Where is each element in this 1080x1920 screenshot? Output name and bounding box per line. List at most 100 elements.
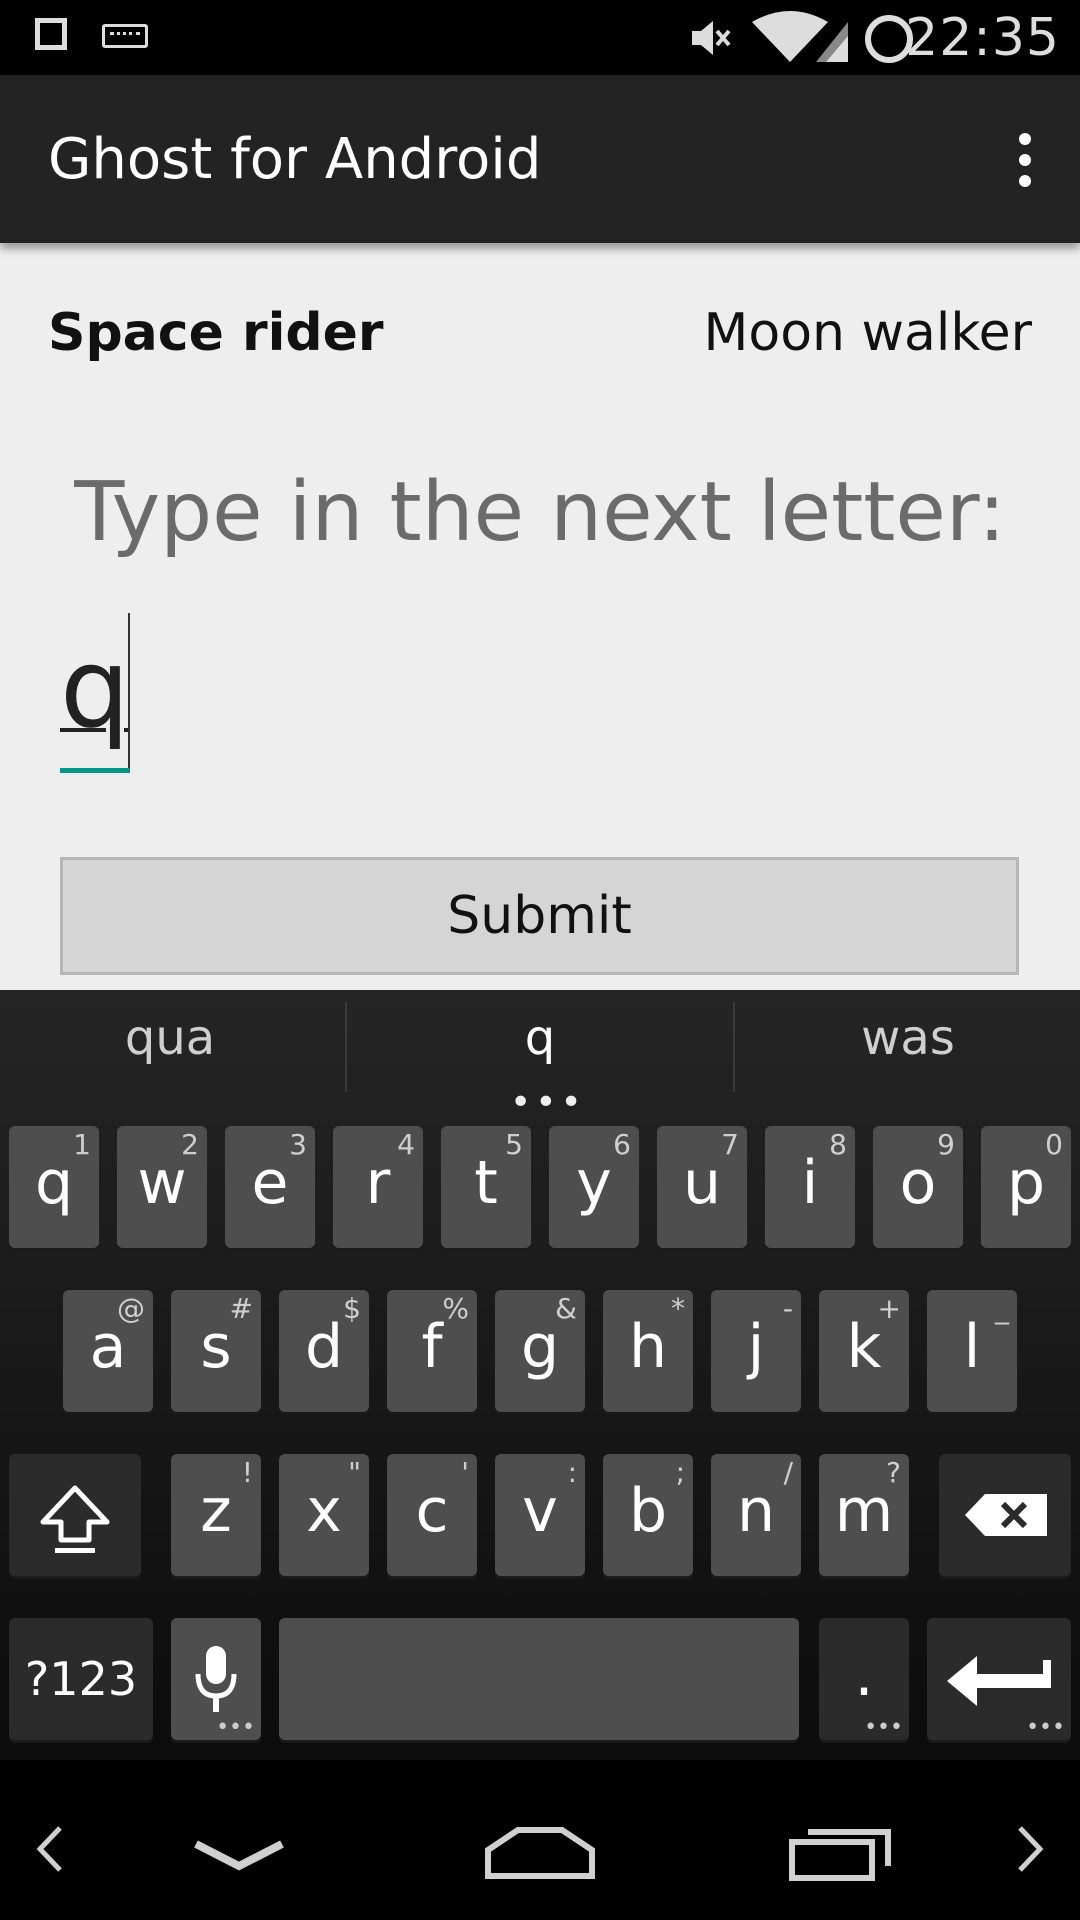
key-label: c bbox=[415, 1476, 449, 1546]
enter-key[interactable]: ••• bbox=[927, 1618, 1071, 1740]
letter-input-value: q bbox=[60, 624, 130, 752]
key-d[interactable]: $ d bbox=[279, 1290, 369, 1412]
key-a[interactable]: @ a bbox=[63, 1290, 153, 1412]
key-u[interactable]: 7u bbox=[657, 1126, 747, 1248]
key-z[interactable]: ! z bbox=[171, 1454, 261, 1576]
player-opponent: Moon walker bbox=[703, 303, 1032, 363]
key-label: l bbox=[963, 1312, 981, 1382]
suggestion-3[interactable]: was bbox=[798, 1010, 1018, 1066]
prompt-text: Type in the next letter: bbox=[74, 465, 1006, 560]
nav-right-icon[interactable] bbox=[1016, 1824, 1046, 1874]
key-m[interactable]: ? m bbox=[819, 1454, 909, 1576]
microphone-icon bbox=[195, 1646, 237, 1712]
suggestion-divider bbox=[733, 1002, 735, 1092]
game-screen: Space rider Moon walker Type in the next… bbox=[0, 243, 1080, 990]
key-label: u bbox=[682, 1148, 722, 1218]
key-label: s bbox=[200, 1312, 232, 1382]
more-options-icon: ••• bbox=[216, 1715, 255, 1740]
status-bar: 22:35 bbox=[0, 0, 1080, 75]
space-key[interactable] bbox=[279, 1618, 799, 1740]
key-x[interactable]: " x bbox=[279, 1454, 369, 1576]
status-time: 22:35 bbox=[905, 8, 1060, 68]
shift-key[interactable] bbox=[9, 1454, 141, 1576]
key-n[interactable]: / n bbox=[711, 1454, 801, 1576]
key-k[interactable]: + k bbox=[819, 1290, 909, 1412]
key-o[interactable]: 9o bbox=[873, 1126, 963, 1248]
key-e[interactable]: 3e bbox=[225, 1126, 315, 1248]
suggestion-divider bbox=[345, 1002, 347, 1092]
key-label: g bbox=[520, 1312, 560, 1382]
key-l[interactable]: _ l bbox=[927, 1290, 1017, 1412]
period-key[interactable]: . ••• bbox=[819, 1618, 909, 1740]
text-caret bbox=[128, 613, 130, 773]
key-label: j bbox=[747, 1312, 765, 1382]
key-label: h bbox=[628, 1312, 668, 1382]
key-label: y bbox=[576, 1148, 612, 1218]
period-key-label: . bbox=[854, 1640, 874, 1710]
wifi-signal-icon bbox=[752, 11, 848, 62]
key-label: z bbox=[200, 1476, 232, 1546]
suggestion-1[interactable]: qua bbox=[60, 1010, 280, 1066]
nav-left-icon[interactable] bbox=[34, 1824, 64, 1874]
key-label: t bbox=[474, 1148, 498, 1218]
key-label: f bbox=[421, 1312, 443, 1382]
submit-button[interactable]: Submit bbox=[60, 857, 1019, 975]
key-label: b bbox=[628, 1476, 668, 1546]
notification-square-icon bbox=[35, 18, 67, 50]
key-j[interactable]: -j bbox=[711, 1290, 801, 1412]
input-underline bbox=[60, 768, 130, 773]
key-label: v bbox=[522, 1476, 558, 1546]
key-w[interactable]: 2w bbox=[117, 1126, 207, 1248]
shift-arrow-icon bbox=[40, 1485, 110, 1553]
key-label: e bbox=[251, 1148, 289, 1218]
suggestion-2[interactable]: q bbox=[430, 1010, 650, 1066]
recent-apps-icon[interactable] bbox=[788, 1824, 892, 1882]
app-bar: Ghost for Android bbox=[0, 75, 1080, 243]
key-label: x bbox=[306, 1476, 342, 1546]
more-options-icon: ••• bbox=[1026, 1715, 1065, 1740]
key-c[interactable]: ' c bbox=[387, 1454, 477, 1576]
symbols-key-label: ?123 bbox=[24, 1652, 138, 1706]
hide-keyboard-icon[interactable] bbox=[192, 1836, 286, 1876]
backspace-icon bbox=[965, 1494, 1047, 1536]
key-q[interactable]: 1q bbox=[9, 1126, 99, 1248]
key-label: a bbox=[89, 1312, 127, 1382]
more-options-icon: ••• bbox=[864, 1715, 903, 1740]
soft-keyboard: qua q ••• was 1q 2w 3e 4r 5t 6y 7u 8i 9o… bbox=[0, 990, 1080, 1760]
key-s[interactable]: # s bbox=[171, 1290, 261, 1412]
key-p[interactable]: 0p bbox=[981, 1126, 1071, 1248]
key-g[interactable]: & g bbox=[495, 1290, 585, 1412]
key-y[interactable]: 6y bbox=[549, 1126, 639, 1248]
player-current: Space rider bbox=[48, 303, 384, 363]
suggestion-strip: qua q ••• was bbox=[0, 990, 1080, 1123]
mute-icon bbox=[692, 21, 731, 55]
key-label: r bbox=[365, 1148, 391, 1218]
key-label: p bbox=[1006, 1148, 1046, 1218]
key-label: m bbox=[834, 1476, 894, 1546]
key-label: w bbox=[137, 1148, 187, 1218]
key-r[interactable]: 4r bbox=[333, 1126, 423, 1248]
key-v[interactable]: :v bbox=[495, 1454, 585, 1576]
navigation-bar bbox=[0, 1760, 1080, 1920]
key-label: i bbox=[801, 1148, 819, 1218]
key-i[interactable]: 8i bbox=[765, 1126, 855, 1248]
key-label: d bbox=[304, 1312, 344, 1382]
home-icon[interactable] bbox=[484, 1824, 596, 1880]
key-h[interactable]: * h bbox=[603, 1290, 693, 1412]
key-f[interactable]: % f bbox=[387, 1290, 477, 1412]
more-suggestions-icon: ••• bbox=[510, 1082, 586, 1123]
key-label: o bbox=[899, 1148, 937, 1218]
voice-input-key[interactable]: ••• bbox=[171, 1618, 261, 1740]
key-b[interactable]: ; b bbox=[603, 1454, 693, 1576]
letter-input[interactable]: q bbox=[60, 613, 200, 773]
enter-arrow-icon bbox=[947, 1656, 1051, 1706]
app-title: Ghost for Android bbox=[48, 127, 542, 192]
backspace-key[interactable] bbox=[939, 1454, 1071, 1576]
overflow-menu-icon[interactable] bbox=[1014, 133, 1036, 187]
symbols-key[interactable]: ?123 bbox=[9, 1618, 153, 1740]
key-label: n bbox=[736, 1476, 776, 1546]
key-label: k bbox=[846, 1312, 882, 1382]
keyboard-notification-icon bbox=[102, 24, 148, 48]
key-t[interactable]: 5t bbox=[441, 1126, 531, 1248]
key-label: q bbox=[34, 1148, 74, 1218]
